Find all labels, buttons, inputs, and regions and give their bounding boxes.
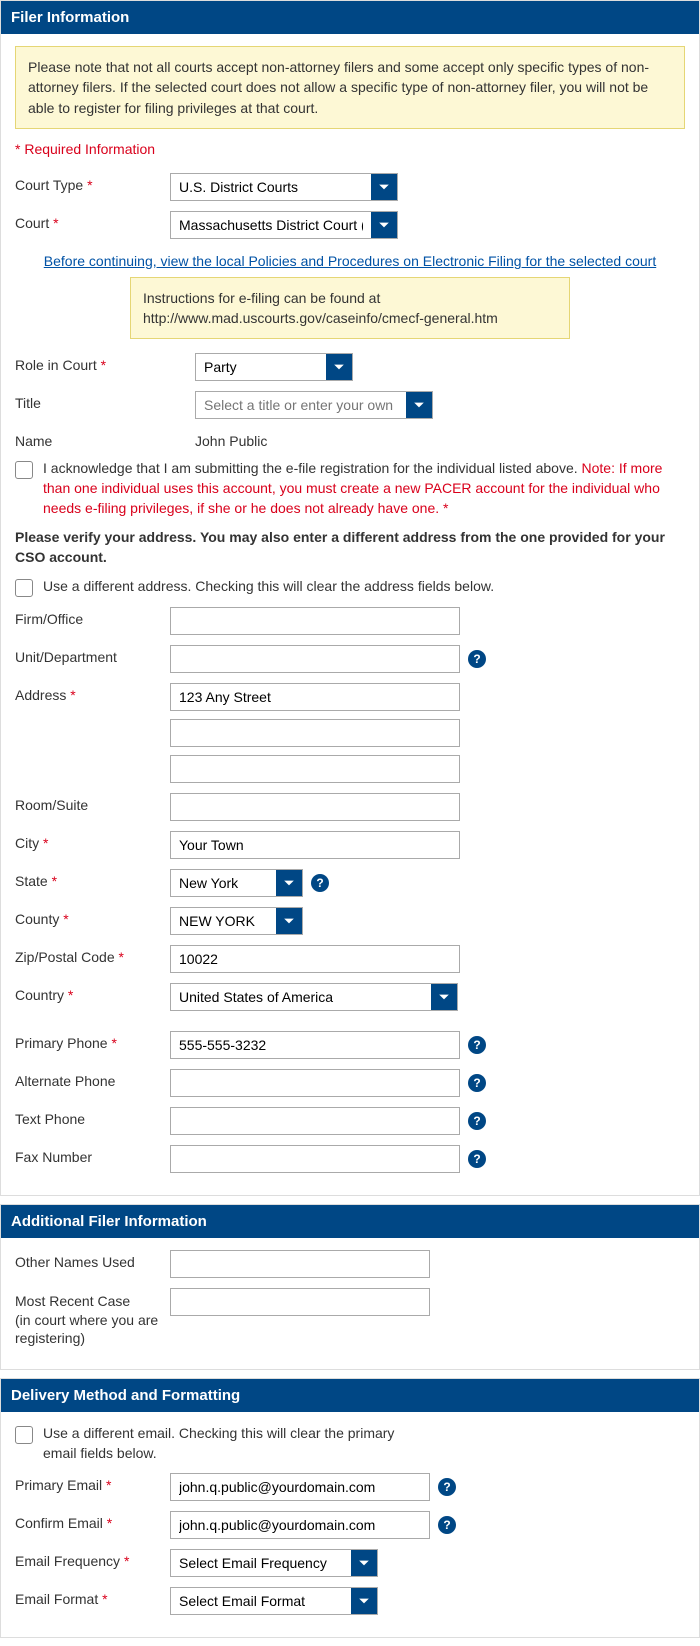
chevron-down-icon[interactable] [371,212,397,238]
role-value[interactable] [196,354,326,380]
chevron-down-icon[interactable] [276,870,302,896]
firm-input[interactable] [170,607,460,635]
state-label: State * [15,869,170,889]
city-label: City * [15,831,170,851]
country-label: Country * [15,983,170,1003]
unit-label: Unit/Department [15,645,170,665]
chevron-down-icon[interactable] [371,174,397,200]
recent-case-input[interactable] [170,1288,430,1316]
confirm-email-input[interactable] [170,1511,430,1539]
help-icon[interactable]: ? [438,1516,456,1534]
verify-address-text: Please verify your address. You may also… [15,528,685,567]
primary-email-label: Primary Email * [15,1473,170,1493]
chevron-down-icon[interactable] [351,1550,377,1576]
delivery-header: Delivery Method and Formatting [1,1379,699,1412]
additional-filer-header: Additional Filer Information [1,1205,699,1238]
policies-link[interactable]: Before continuing, view the local Polici… [44,253,656,269]
help-icon[interactable]: ? [468,1074,486,1092]
primary-phone-label: Primary Phone * [15,1031,170,1051]
recent-case-label: Most Recent Case(in court where you are … [15,1288,170,1347]
court-type-label: Court Type * [15,173,170,193]
fax-input[interactable] [170,1145,460,1173]
alt-phone-input[interactable] [170,1069,460,1097]
chevron-down-icon[interactable] [351,1588,377,1614]
additional-filer-panel: Additional Filer Information Other Names… [0,1204,700,1370]
zip-label: Zip/Postal Code * [15,945,170,965]
country-value[interactable] [171,984,431,1010]
chevron-down-icon[interactable] [406,392,432,418]
different-email-checkbox[interactable] [15,1426,33,1444]
other-names-input[interactable] [170,1250,430,1278]
required-information-label: * Required Information [15,141,685,157]
help-icon[interactable]: ? [468,1150,486,1168]
room-label: Room/Suite [15,793,170,813]
court-type-value[interactable] [171,174,371,200]
county-value[interactable] [171,908,276,934]
help-icon[interactable]: ? [311,874,329,892]
role-label: Role in Court * [15,353,195,373]
firm-label: Firm/Office [15,607,170,627]
room-input[interactable] [170,793,460,821]
notice-box: Please note that not all courts accept n… [15,46,685,129]
filer-information-header: Filer Information [1,1,699,34]
address-label: Address * [15,683,170,703]
help-icon[interactable]: ? [468,1112,486,1130]
email-format-value[interactable] [171,1588,351,1614]
state-value[interactable] [171,870,276,896]
court-type-select[interactable] [170,173,398,201]
different-address-checkbox[interactable] [15,579,33,597]
city-input[interactable] [170,831,460,859]
different-address-label: Use a different address. Checking this w… [43,577,494,597]
other-names-label: Other Names Used [15,1250,170,1270]
title-label: Title [15,391,195,411]
email-freq-value[interactable] [171,1550,351,1576]
name-label: Name [15,429,195,449]
court-label: Court * [15,211,170,231]
help-icon[interactable]: ? [468,1036,486,1054]
text-phone-label: Text Phone [15,1107,170,1127]
role-select[interactable] [195,353,353,381]
state-select[interactable] [170,869,303,897]
email-freq-label: Email Frequency * [15,1549,170,1569]
help-icon[interactable]: ? [438,1478,456,1496]
confirm-email-label: Confirm Email * [15,1511,170,1531]
county-label: County * [15,907,170,927]
title-select[interactable] [195,391,433,419]
title-input[interactable] [196,392,406,418]
address-input-1[interactable] [170,683,460,711]
chevron-down-icon[interactable] [431,984,457,1010]
instructions-box: Instructions for e-filing can be found a… [130,277,570,340]
chevron-down-icon[interactable] [276,908,302,934]
acknowledge-label: I acknowledge that I am submitting the e… [43,459,685,518]
county-select[interactable] [170,907,303,935]
court-value[interactable] [171,212,371,238]
name-value: John Public [195,429,267,449]
text-phone-input[interactable] [170,1107,460,1135]
court-select[interactable] [170,211,398,239]
chevron-down-icon[interactable] [326,354,352,380]
filer-information-panel: Filer Information Please note that not a… [0,0,700,1196]
fax-label: Fax Number [15,1145,170,1165]
email-freq-select[interactable] [170,1549,378,1577]
primary-email-input[interactable] [170,1473,430,1501]
email-format-select[interactable] [170,1587,378,1615]
different-email-label: Use a different email. Checking this wil… [43,1424,423,1463]
alt-phone-label: Alternate Phone [15,1069,170,1089]
address-input-3[interactable] [170,755,460,783]
unit-input[interactable] [170,645,460,673]
zip-input[interactable] [170,945,460,973]
primary-phone-input[interactable] [170,1031,460,1059]
country-select[interactable] [170,983,458,1011]
delivery-panel: Delivery Method and Formatting Use a dif… [0,1378,700,1638]
acknowledge-checkbox[interactable] [15,461,33,479]
help-icon[interactable]: ? [468,650,486,668]
address-input-2[interactable] [170,719,460,747]
email-format-label: Email Format * [15,1587,170,1607]
